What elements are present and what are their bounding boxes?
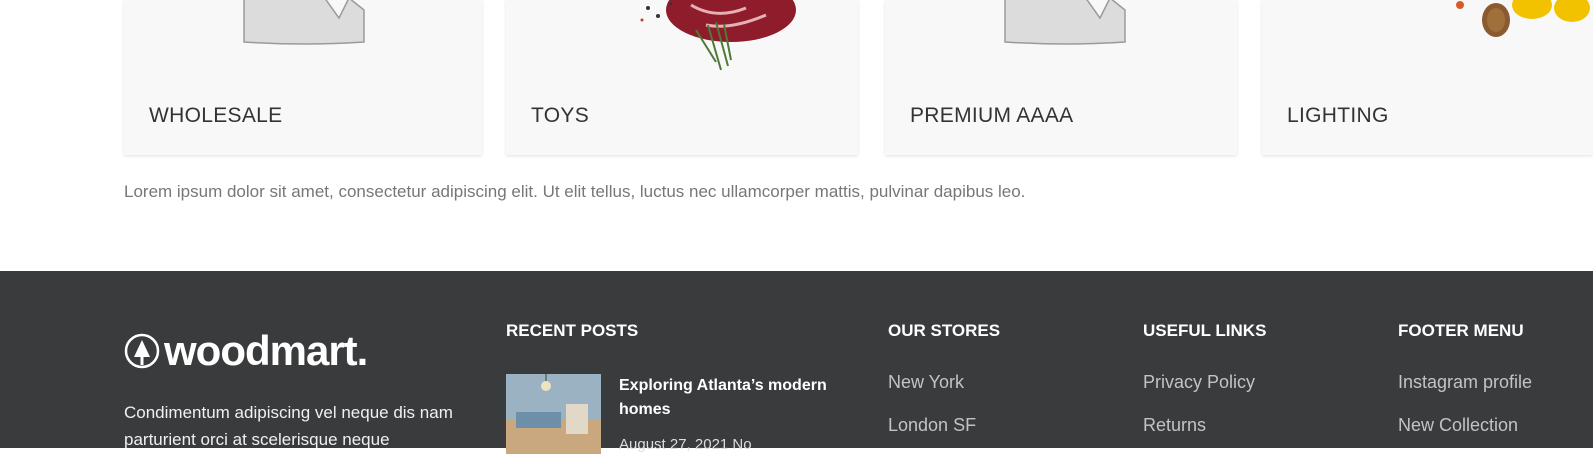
store-link-new-york[interactable]: New York: [888, 372, 964, 393]
link-returns[interactable]: Returns: [1143, 415, 1206, 436]
category-card-lighting[interactable]: LIGHTING: [1262, 0, 1593, 155]
post-thumbnail[interactable]: [506, 374, 601, 454]
link-new-collection[interactable]: New Collection: [1398, 415, 1518, 436]
logo-wordmark: woodmart.: [164, 327, 368, 374]
category-title: LIGHTING: [1287, 104, 1389, 127]
placeholder-image-icon: [1004, 0, 1126, 45]
store-link-london-sf[interactable]: London SF: [888, 415, 976, 436]
category-title: TOYS: [531, 104, 589, 127]
our-stores-heading: OUR STORES: [888, 321, 1001, 340]
footer-menu-heading: FOOTER MENU: [1398, 321, 1524, 340]
useful-links-heading: USEFUL LINKS: [1143, 321, 1267, 340]
footer-logo[interactable]: woodmart.: [124, 327, 368, 374]
vegetables-photo: [1456, 0, 1590, 37]
tree-circle-icon: [124, 333, 160, 369]
category-title: PREMIUM AAAA: [910, 104, 1074, 127]
category-card-wholesale[interactable]: WHOLESALE: [124, 0, 482, 155]
recent-posts-heading: RECENT POSTS: [506, 321, 639, 340]
category-card-premium-aaaa[interactable]: PREMIUM AAAA: [885, 0, 1237, 155]
category-title: WHOLESALE: [149, 104, 283, 127]
post-title-link[interactable]: Exploring Atlanta’s modern homes: [619, 374, 834, 422]
post-meta: August 27, 2021 No: [619, 436, 752, 453]
placeholder-image-icon: [243, 0, 365, 45]
category-grid: WHOLESALE TOYS PREMIUM AAAA LIGHTING: [0, 0, 1593, 160]
footer-about-text: Condimentum adipiscing vel neque dis nam…: [124, 403, 453, 449]
section-description: Lorem ipsum dolor sit amet, consectetur …: [124, 182, 1026, 201]
link-instagram-profile[interactable]: Instagram profile: [1398, 372, 1532, 393]
link-privacy-policy[interactable]: Privacy Policy: [1143, 372, 1255, 393]
site-footer: woodmart. Condimentum adipiscing vel neq…: [0, 271, 1593, 454]
steak-photo: [640, 0, 796, 71]
interior-photo: [506, 374, 601, 454]
category-card-toys[interactable]: TOYS: [506, 0, 858, 155]
